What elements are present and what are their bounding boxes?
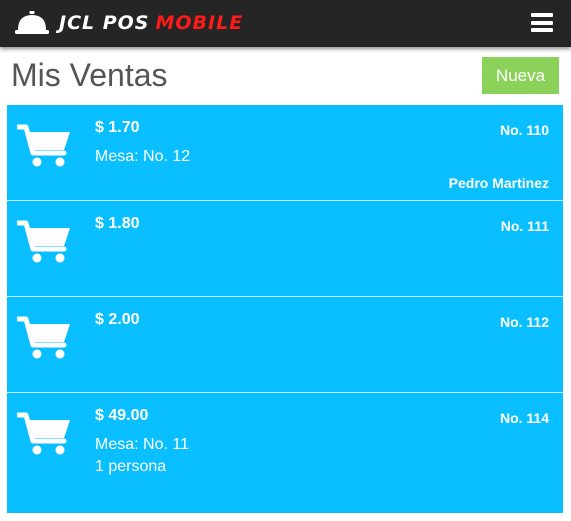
shopping-cart-icon (17, 220, 70, 263)
service-bell-icon (15, 11, 49, 34)
top-navbar: JCL POS MOBILE (0, 0, 571, 47)
brand-logo[interactable]: JCL POS MOBILE (14, 9, 243, 37)
sale-number: No. 114 (499, 410, 549, 426)
sale-number: No. 112 (499, 314, 549, 330)
sale-item[interactable]: $ 1.80 No. 111 (7, 201, 563, 297)
sale-table: Mesa: No. 12 (95, 148, 191, 165)
sales-list: $ 1.70 Mesa: No. 12 No. 110 Pedro Martin… (7, 105, 563, 513)
sale-amount: $ 2.00 (95, 311, 140, 328)
sale-item[interactable]: $ 1.70 Mesa: No. 12 No. 110 Pedro Martin… (7, 105, 563, 201)
sale-amount: $ 1.80 (95, 215, 140, 232)
brand-name: JCL POS (59, 12, 150, 34)
menu-bar (531, 13, 553, 17)
sale-item[interactable]: $ 2.00 No. 112 (7, 297, 563, 393)
sale-table: Mesa: No. 11 (95, 436, 189, 453)
shopping-cart-icon (17, 124, 70, 167)
hamburger-menu-icon[interactable] (531, 13, 553, 32)
shopping-cart-icon (17, 316, 70, 359)
brand-text: JCL POS MOBILE (59, 9, 243, 37)
sale-item[interactable]: $ 49.00 Mesa: No. 11 1 persona No. 114 (7, 393, 563, 513)
page-title: Mis Ventas (11, 57, 168, 93)
menu-bar (531, 20, 553, 25)
sale-amount: $ 49.00 (95, 407, 149, 424)
brand-accent: MOBILE (155, 12, 244, 34)
shopping-cart-icon (17, 412, 70, 455)
menu-bar (531, 28, 553, 32)
sale-amount: $ 1.70 (95, 119, 140, 136)
sale-number: No. 111 (500, 218, 549, 234)
new-sale-button[interactable]: Nueva (482, 57, 559, 94)
sale-number: No. 110 (499, 122, 549, 138)
sale-waiter: Pedro Martinez (448, 175, 549, 191)
sale-guests: 1 persona (95, 458, 167, 475)
